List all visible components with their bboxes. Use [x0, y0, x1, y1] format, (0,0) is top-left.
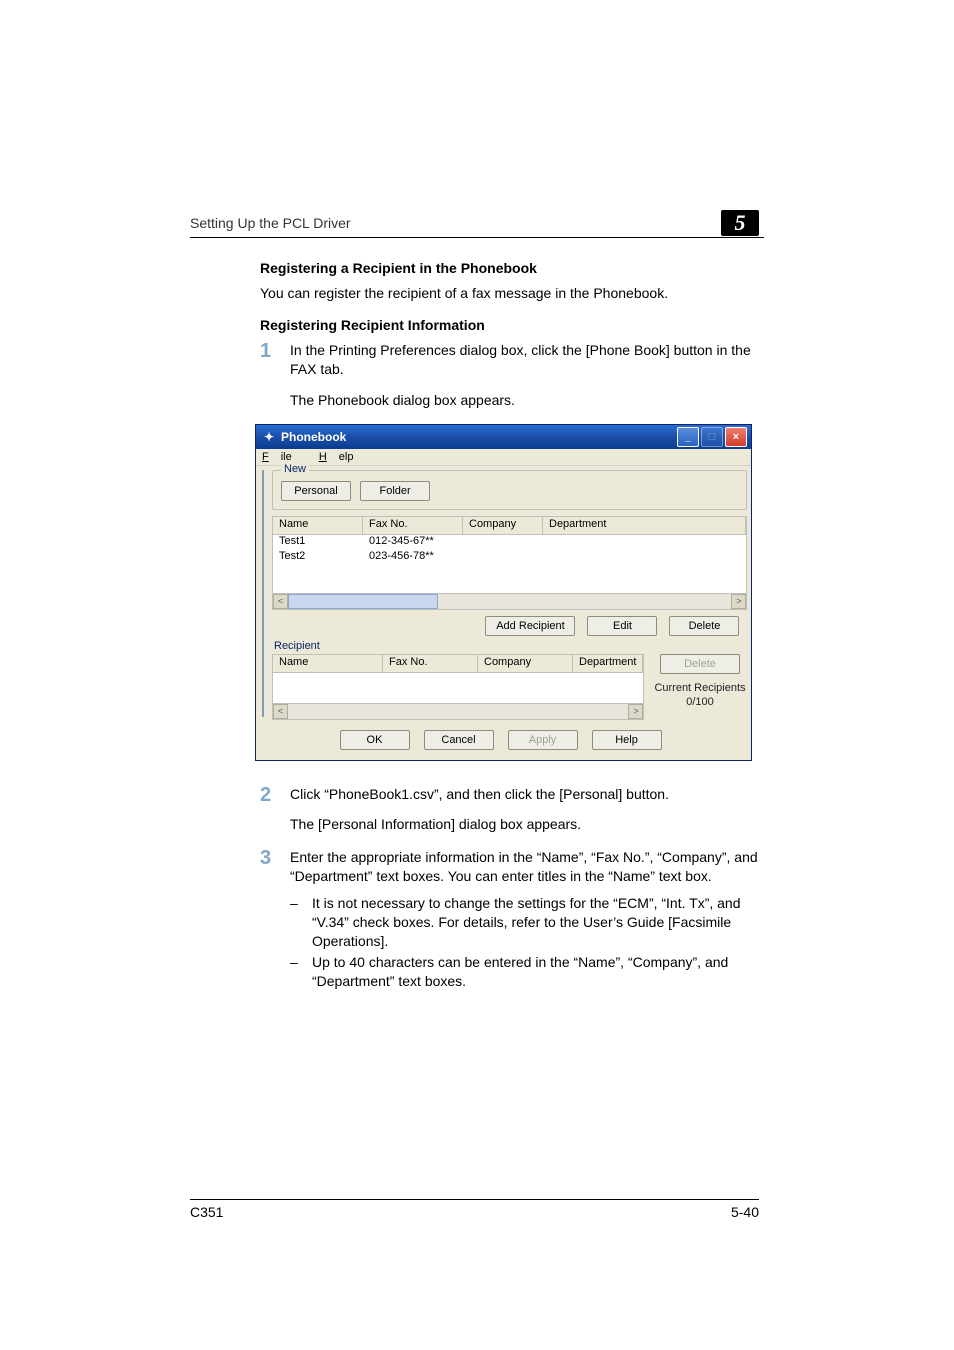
- phonebook-dialog: ✦ Phonebook _ □ × File Help 📘hBook.csv �: [255, 424, 750, 761]
- col-company[interactable]: Company: [478, 655, 573, 672]
- dialog-footer: OK Cancel Apply Help: [256, 720, 751, 760]
- chapter-number-badge: 5: [721, 210, 759, 236]
- window-title: Phonebook: [281, 430, 346, 444]
- delete-recipient-button[interactable]: Delete: [660, 654, 740, 674]
- menubar: File Help: [256, 449, 751, 465]
- running-title: Setting Up the PCL Driver: [190, 215, 764, 238]
- list-hscrollbar[interactable]: < >: [272, 594, 747, 610]
- section-heading: Registering a Recipient in the Phonebook: [260, 260, 759, 276]
- scroll-left-button[interactable]: <: [273, 594, 288, 609]
- col-department[interactable]: Department: [543, 517, 746, 534]
- step-3: 3 Enter the appropriate information in t…: [260, 848, 759, 888]
- step-text: Enter the appropriate information in the…: [290, 848, 759, 886]
- step-1: 1 In the Printing Preferences dialog box…: [260, 341, 759, 385]
- tree-pane[interactable]: 📘hBook.csv 👤Test1 👤Test2 👥Group 📁Group1 …: [262, 470, 264, 717]
- step-2: 2 Click “PhoneBook1.csv”, and then click…: [260, 785, 759, 810]
- apply-button[interactable]: Apply: [508, 730, 578, 750]
- col-name[interactable]: Name: [273, 517, 363, 534]
- delete-button[interactable]: Delete: [669, 616, 739, 636]
- recipient-list[interactable]: Name Fax No. Company Department: [272, 654, 644, 704]
- recipient-counter: 0/100: [652, 696, 747, 708]
- groupbox-label: New: [281, 463, 309, 475]
- col-name[interactable]: Name: [273, 655, 383, 672]
- step-number: 3: [260, 848, 290, 868]
- step-3-notes: –It is not necessary to change the setti…: [290, 894, 759, 990]
- minimize-button[interactable]: _: [677, 427, 699, 447]
- menu-help[interactable]: Help: [319, 451, 354, 463]
- titlebar: ✦ Phonebook _ □ ×: [256, 425, 751, 449]
- list-row[interactable]: Test2 023-456-78**: [273, 550, 746, 565]
- footer-model: C351: [190, 1204, 223, 1220]
- step-number: 1: [260, 341, 290, 361]
- list-row[interactable]: Test1 012-345-67**: [273, 535, 746, 550]
- new-groupbox: New Personal Folder: [272, 470, 747, 510]
- add-recipient-button[interactable]: Add Recipient: [485, 616, 575, 636]
- recipient-header: Name Fax No. Company Department: [273, 655, 643, 673]
- footer-page-number: 5-40: [731, 1204, 759, 1220]
- close-button[interactable]: ×: [725, 427, 747, 447]
- col-fax[interactable]: Fax No.: [383, 655, 478, 672]
- step-subtext: The [Personal Information] dialog box ap…: [290, 815, 759, 834]
- cancel-button[interactable]: Cancel: [424, 730, 494, 750]
- page-footer: C351 5-40: [190, 1199, 759, 1220]
- maximize-button: □: [701, 427, 723, 447]
- scroll-right-button[interactable]: >: [731, 594, 746, 609]
- scroll-down-button[interactable]: ˅: [262, 701, 263, 716]
- scroll-left-button[interactable]: <: [273, 704, 288, 719]
- help-button[interactable]: Help: [592, 730, 662, 750]
- app-icon: ✦: [262, 430, 276, 444]
- folder-button[interactable]: Folder: [360, 481, 430, 501]
- col-company[interactable]: Company: [463, 517, 543, 534]
- list-header: Name Fax No. Company Department: [272, 516, 747, 535]
- entry-list: Name Fax No. Company Department Test1 01…: [272, 516, 747, 610]
- step-number: 2: [260, 785, 290, 805]
- col-department[interactable]: Department: [573, 655, 643, 672]
- step-text: In the Printing Preferences dialog box, …: [290, 341, 759, 379]
- running-header: Setting Up the PCL Driver: [190, 215, 764, 238]
- recipient-label: Recipient: [274, 640, 747, 652]
- note-item: –It is not necessary to change the setti…: [290, 894, 759, 951]
- step-subtext: The Phonebook dialog box appears.: [290, 391, 759, 410]
- ok-button[interactable]: OK: [340, 730, 410, 750]
- list-body[interactable]: Test1 012-345-67** Test2 023-456-78**: [272, 535, 747, 594]
- scroll-thumb[interactable]: [288, 594, 438, 609]
- menu-file[interactable]: File: [262, 451, 304, 463]
- subsection-heading: Registering Recipient Information: [260, 317, 759, 333]
- recipient-hscrollbar[interactable]: < >: [272, 704, 644, 720]
- personal-button[interactable]: Personal: [281, 481, 351, 501]
- note-item: –Up to 40 characters can be entered in t…: [290, 953, 759, 991]
- intro-paragraph: You can register the recipient of a fax …: [260, 284, 759, 303]
- scroll-right-button[interactable]: >: [628, 704, 643, 719]
- current-recipients-label: Current Recipients: [652, 682, 747, 694]
- col-fax[interactable]: Fax No.: [363, 517, 463, 534]
- edit-button[interactable]: Edit: [587, 616, 657, 636]
- step-text: Click “PhoneBook1.csv”, and then click t…: [290, 785, 759, 804]
